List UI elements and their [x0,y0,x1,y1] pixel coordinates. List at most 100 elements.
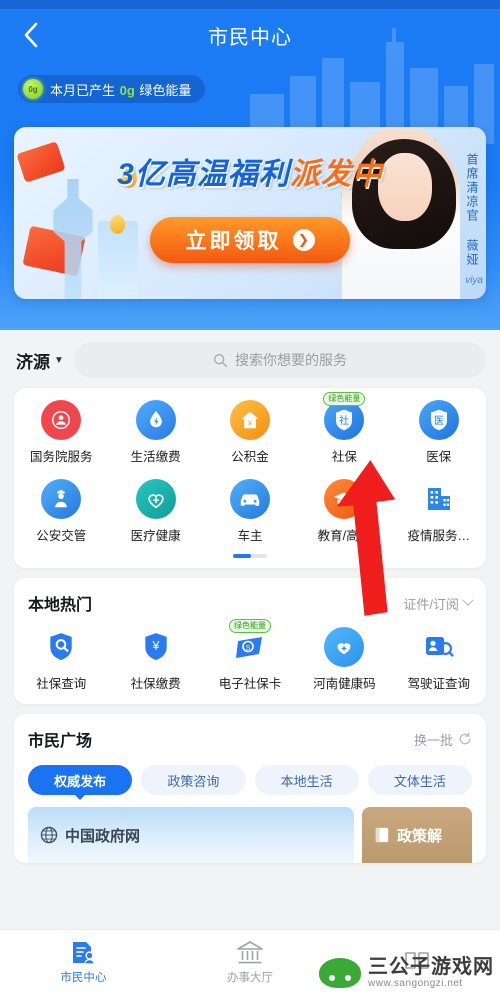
service-label: 公安交管 [36,529,87,543]
service-item-yiliaojiankang[interactable]: 医疗健康 [108,479,202,544]
hot-item-label: 河南健康码 [313,677,376,691]
energy-text: 本月已产生 0g 绿色能量 [50,80,191,99]
watermark-url: www.sangongzi.net [368,978,463,989]
claim-button[interactable]: 立即领取 ❯ [150,217,350,263]
hot-item-shebaojiaofei[interactable]: ¥ 社保缴费 [108,627,202,692]
tab-wentishenghuo[interactable]: 文体生活 [367,765,472,795]
government-emblem-icon [41,400,82,440]
graduation-cap-icon [324,479,365,519]
promo-card-label: 政策解 [397,827,443,845]
refresh-icon [459,732,471,745]
search-icon [213,353,228,367]
shield-yi-icon: 医 [418,400,459,440]
hot-item-jiashizhengchaxun[interactable]: 驾驶证查询 [392,627,486,692]
coin-decoration [110,215,125,234]
hot-item-dianzishebaoka[interactable]: 绿色能量 S 电子社保卡 [203,619,297,692]
search-input[interactable]: 搜索你想要的服务 [73,342,486,378]
chevron-right-icon [462,594,474,606]
service-label: 医保 [426,450,452,464]
building-icon [419,479,459,519]
book-icon [375,827,389,843]
local-hot-title: 本地热门 [28,597,93,614]
service-label: 社保 [331,450,357,464]
police-officer-icon [41,479,82,519]
hot-item-label: 社保缴费 [130,677,181,691]
service-item-shebao[interactable]: 绿色能量 社 社保 [297,392,391,465]
city-selector[interactable]: 济源 ▼ [16,348,64,373]
service-label: 国务院服务 [29,450,93,464]
globe-icon [40,826,58,844]
promo-banner[interactable]: 3亿高温福利派发中 立即领取 ❯ 首席清凉官 薇娅 viya [14,127,486,299]
chevron-left-icon [24,22,38,48]
car-icon [229,479,270,519]
plaza-promo-strip: 中国政府网 政策解 [14,807,486,863]
promo-card-label: 中国政府网 [65,827,141,845]
watermark: 三公子游戏网 www.sangongzi.net [319,957,494,989]
shield-she-icon: 社 [324,400,365,440]
tab-label: 市民中心 [60,972,107,984]
plaza-refresh-button[interactable]: 换一批 [414,730,472,749]
water-drop-icon [135,400,176,440]
tab-label: 文体生活 [393,773,446,789]
hot-item-shebaochaxun[interactable]: 社保查询 [14,627,108,692]
service-item-yiqingfuwu[interactable]: 疫情服务… [392,479,486,544]
grid-pagination[interactable] [14,554,486,558]
promo-card-gov[interactable]: 中国政府网 [28,807,354,863]
service-label: 生活缴费 [130,450,181,464]
local-hot-card: 本地热门 证件/订阅 社保查询 ¥ 社保缴费 绿色能量 S 电子社保卡 河南健康… [14,578,486,704]
banner-title-accent: 派发中 [289,158,383,191]
pagination-track [233,554,267,558]
service-label: 疫情服务… [407,529,471,543]
tab-zhengcezixun[interactable]: 政策咨询 [141,765,246,795]
service-item-gonganjiaoguan[interactable]: 公安交管 [14,479,108,544]
tab-shimin-zhongxin[interactable]: 市民中心 [0,940,167,985]
citizen-center-icon [73,942,96,965]
banner-vertical-subtext: viya [465,275,483,286]
service-label: 教育/高考 [317,529,372,543]
energy-prefix: 本月已产生 [50,82,119,98]
svg-text:医: 医 [434,415,444,427]
plaza-header: 市民广场 换一批 [14,714,486,755]
search-placeholder: 搜索你想要的服务 [234,352,347,368]
tab-label: 政策咨询 [167,773,220,789]
page-header: 市民中心 0g 本月已产生 0g 绿色能量 3亿高温福利派发中 立即领取 ❯ 首… [0,0,500,330]
service-item-chezhu[interactable]: 车主 [203,479,297,544]
search-row: 济源 ▼ 搜索你想要的服务 [0,330,500,388]
service-grid-card: 国务院服务 生活缴费 ¥ 公积金 绿色能量 社 社保 医 医保 公安交管 医疗健… [14,388,486,568]
promo-card-policy[interactable]: 政策解 [362,807,472,863]
watermark-name: 三公子游戏网 [368,956,494,978]
tab-bendishenghuo[interactable]: 本地生活 [254,765,359,795]
watermark-logo-icon [319,958,361,988]
service-item-gongjijin[interactable]: ¥ 公积金 [203,400,297,465]
tab-quanweifabu[interactable]: 权威发布 [28,765,133,795]
pagination-thumb [233,554,251,558]
service-item-shenghuojiaofei[interactable]: 生活缴费 [108,400,202,465]
service-grid-row1: 国务院服务 生活缴费 ¥ 公积金 绿色能量 社 社保 医 医保 公安交管 医疗健… [14,392,486,544]
page-title: 市民中心 [208,26,292,49]
banner-title: 3亿高温福利派发中 [14,149,486,193]
hot-item-label: 社保查询 [36,677,87,691]
claim-button-label: 立即领取 [185,230,282,253]
svg-text:社: 社 [339,414,349,427]
local-hot-link[interactable]: 证件/订阅 [403,594,474,613]
navbar: 市民中心 [0,9,500,61]
id-search-icon [419,627,459,667]
service-item-guowuyuan[interactable]: 国务院服务 [14,400,108,465]
green-energy-banner[interactable]: 0g 本月已产生 0g 绿色能量 [18,75,206,103]
chevron-right-icon: ❯ [292,229,315,251]
svg-text:¥: ¥ [151,638,160,653]
tab-banshi-datang[interactable]: 办事大厅 [167,940,334,985]
energy-amount: 0g [119,82,135,98]
hot-item-henanjiankangma[interactable]: 河南健康码 [297,627,391,692]
house-yuan-icon: ¥ [229,400,270,440]
government-hall-icon [237,941,263,964]
service-item-jiaoyu-gaokao[interactable]: 教育/高考 [297,479,391,544]
city-label: 济源 [16,352,50,372]
social-security-card-icon: S [230,627,270,667]
service-item-yibao[interactable]: 医 医保 [392,400,486,465]
watermark-text: 三公子游戏网 www.sangongzi.net [368,956,494,990]
status-badge: 绿色能量 [228,619,271,633]
service-label: 公积金 [231,450,269,464]
back-button[interactable] [14,18,48,52]
tab-label: 办事大厅 [227,972,273,984]
